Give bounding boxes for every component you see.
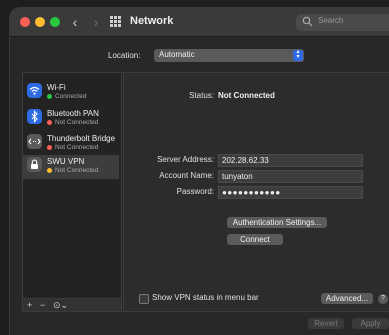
show-vpn-status-label: Show VPN status in menu bar (152, 293, 259, 302)
close-button[interactable] (20, 17, 30, 27)
window-title: Network (130, 15, 174, 27)
show-vpn-status-checkbox[interactable] (139, 294, 149, 304)
zoom-button[interactable] (50, 17, 60, 27)
network-preferences-window: ‹ › Network Search Location: Automatic ▴… (10, 8, 389, 335)
service-item-wifi[interactable]: Wi-Fi Connected (23, 81, 119, 105)
apply-button[interactable]: Apply (352, 318, 389, 329)
service-name: Thunderbolt Bridge (47, 134, 116, 143)
title-bar: ‹ › Network Search (10, 8, 389, 37)
action-menu-button[interactable]: ⊙⌄ (53, 299, 68, 311)
service-list-toolbar: + − ⊙⌄ (22, 298, 122, 312)
service-item-swu-vpn[interactable]: SWU VPN Not Connected (23, 155, 119, 179)
service-item-bluetooth-pan[interactable]: Bluetooth PAN Not Connected (23, 107, 119, 131)
service-name: Wi-Fi (47, 83, 66, 92)
location-select[interactable]: Automatic ▴ ▾ (154, 49, 304, 62)
search-field[interactable]: Search (296, 14, 389, 31)
service-status: Not Connected (55, 167, 99, 174)
password-field[interactable]: ●●●●●●●●●●● (218, 186, 363, 199)
show-all-grid-icon[interactable] (110, 16, 122, 28)
service-status: Connected (55, 93, 87, 100)
account-name-label: Account Name: (159, 171, 214, 180)
forward-arrow-icon[interactable]: › (88, 14, 104, 30)
connect-button[interactable]: Connect (227, 234, 283, 245)
back-arrow-icon[interactable]: ‹ (67, 14, 83, 30)
minimize-button[interactable] (35, 17, 45, 27)
status-dot (47, 120, 52, 125)
service-status: Not Connected (55, 119, 99, 126)
server-address-field[interactable]: 202.28.62.33 (218, 154, 363, 167)
status-dot (47, 94, 52, 99)
status-dot (47, 145, 52, 150)
authentication-settings-button[interactable]: Authentication Settings... (227, 217, 327, 228)
add-service-button[interactable]: + (27, 299, 32, 311)
service-list: Wi-Fi Connected Bluetooth PAN Not Connec… (22, 72, 122, 300)
vpn-lock-icon (27, 157, 42, 172)
help-button[interactable]: ? (378, 294, 388, 304)
updown-chevron-icon: ▴ ▾ (293, 49, 303, 61)
search-placeholder: Search (318, 16, 344, 25)
service-name: Bluetooth PAN (47, 109, 99, 118)
server-address-label: Server Address: (157, 155, 214, 164)
service-status: Not Connected (55, 144, 99, 151)
location-value: Automatic (159, 50, 195, 59)
remove-service-button[interactable]: − (40, 299, 45, 311)
status-label: Status: (189, 91, 214, 100)
account-name-field[interactable]: tunyaton (218, 170, 363, 183)
revert-button[interactable]: Revert (308, 318, 344, 329)
bluetooth-icon (27, 109, 42, 124)
wifi-icon (27, 83, 42, 98)
location-label: Location: (108, 51, 141, 60)
service-name: SWU VPN (47, 157, 85, 166)
thunderbolt-bridge-icon (27, 134, 42, 149)
status-dot (47, 168, 52, 173)
search-icon (302, 16, 313, 27)
status-value: Not Connected (218, 91, 275, 100)
advanced-button[interactable]: Advanced... (321, 293, 373, 304)
service-item-thunderbolt-bridge[interactable]: Thunderbolt Bridge Not Connected (23, 132, 119, 156)
password-label: Password: (176, 187, 214, 196)
vpn-detail-panel: Status: Not Connected Server Address: 20… (123, 72, 389, 312)
